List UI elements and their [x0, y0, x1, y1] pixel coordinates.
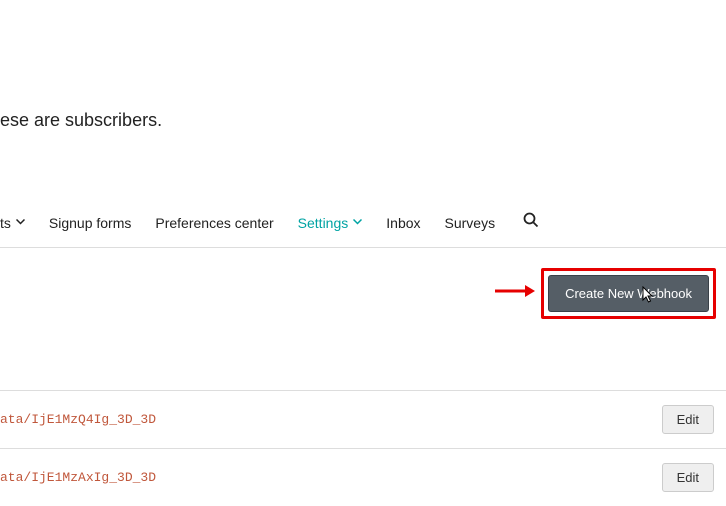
page-description: ese are subscribers.: [0, 110, 162, 131]
highlight-box: Create New Webhook: [541, 268, 716, 319]
edit-button[interactable]: Edit: [662, 405, 714, 434]
tab-signup-forms[interactable]: Signup forms: [49, 215, 131, 231]
create-new-webhook-button[interactable]: Create New Webhook: [548, 275, 709, 312]
webhook-row: ata/IjE1MzAxIg_3D_3D Edit: [0, 448, 726, 506]
webhook-url: ata/IjE1MzQ4Ig_3D_3D: [0, 412, 156, 427]
tab-inbox[interactable]: Inbox: [386, 215, 420, 231]
tab-label: Inbox: [386, 215, 420, 231]
tab-label: Preferences center: [155, 215, 273, 231]
annotation-highlight: Create New Webhook: [495, 268, 716, 319]
tab-surveys[interactable]: Surveys: [445, 215, 496, 231]
tab-label: ts: [0, 215, 11, 231]
webhook-url: ata/IjE1MzAxIg_3D_3D: [0, 470, 156, 485]
tab-label: Signup forms: [49, 215, 131, 231]
tab-truncated[interactable]: ts: [0, 215, 25, 231]
chevron-down-icon: [353, 217, 362, 228]
tab-label: Settings: [298, 215, 349, 231]
tab-navigation: ts Signup forms Preferences center Setti…: [0, 212, 726, 248]
tab-settings[interactable]: Settings: [298, 215, 363, 231]
chevron-down-icon: [16, 217, 25, 228]
arrow-right-icon: [495, 283, 535, 304]
search-icon[interactable]: [523, 212, 539, 233]
webhook-row: ata/IjE1MzQ4Ig_3D_3D Edit: [0, 390, 726, 448]
tab-preferences-center[interactable]: Preferences center: [155, 215, 273, 231]
webhook-list: ata/IjE1MzQ4Ig_3D_3D Edit ata/IjE1MzAxIg…: [0, 390, 726, 506]
tab-label: Surveys: [445, 215, 496, 231]
edit-button[interactable]: Edit: [662, 463, 714, 492]
